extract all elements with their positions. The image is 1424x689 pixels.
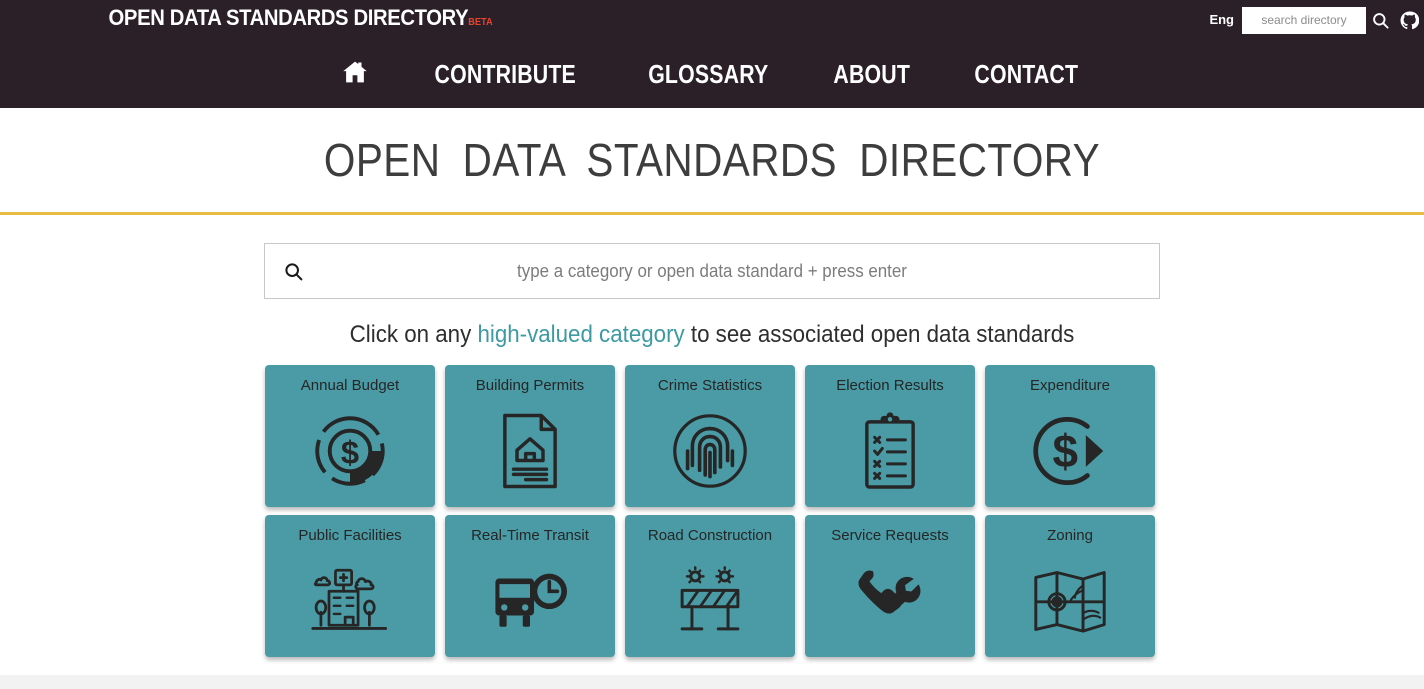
top-bar: OPEN DATA STANDARDS DIRECTORYBETA Eng — [0, 0, 1424, 40]
category-tile-zoning[interactable]: Zoning — [985, 515, 1155, 657]
category-label: Crime Statistics — [657, 377, 763, 394]
category-tile-service-requests[interactable]: Service Requests — [805, 515, 975, 657]
nav-item-glossary[interactable]: GLOSSARY — [630, 61, 786, 87]
category-label: Service Requests — [831, 527, 949, 544]
language-selector[interactable]: Eng — [1209, 0, 1242, 40]
category-tile-real-time-transit[interactable]: Real-Time Transit — [445, 515, 615, 657]
clipboard-checklist-icon — [805, 395, 975, 508]
footer-band — [0, 675, 1424, 689]
hero-section: OPEN DATA STANDARDS DIRECTORY — [0, 108, 1424, 212]
main-content: Click on any high-valued category to see… — [0, 215, 1424, 657]
nav-item-contribute[interactable]: CONTRIBUTE — [416, 61, 593, 87]
category-grid: Annual Budget $ Building Permits Crime S… — [265, 365, 1159, 657]
svg-text:$: $ — [341, 433, 359, 470]
document-house-icon — [445, 395, 615, 508]
instruction-text-before: Click on any — [349, 321, 478, 348]
category-tile-annual-budget[interactable]: Annual Budget $ — [265, 365, 435, 507]
instruction-text-after: to see associated open data standards — [684, 321, 1075, 348]
road-barricade-icon — [625, 545, 795, 658]
category-label: Road Construction — [647, 527, 773, 544]
hospital-building-icon — [265, 545, 435, 658]
page-title: OPEN DATA STANDARDS DIRECTORY — [323, 134, 1101, 186]
category-label: Real-Time Transit — [471, 527, 589, 544]
nav-item-home[interactable] — [313, 59, 397, 89]
category-tile-crime-statistics[interactable]: Crime Statistics — [625, 365, 795, 507]
search-icon[interactable] — [1366, 0, 1395, 40]
instruction-text: Click on any high-valued category to see… — [50, 321, 1374, 349]
beta-badge: BETA — [468, 16, 493, 28]
github-icon[interactable] — [1395, 0, 1424, 40]
directory-search-input[interactable] — [1242, 6, 1366, 34]
category-search-box[interactable] — [264, 243, 1160, 299]
main-navigation: CONTRIBUTE GLOSSARY ABOUT CONTACT — [0, 40, 1424, 108]
svg-text:$: $ — [1052, 425, 1078, 477]
dollar-circle-arrow-icon: $ — [985, 395, 1155, 508]
category-search-input[interactable] — [291, 244, 1133, 298]
category-label: Election Results — [836, 377, 944, 394]
nav-item-contact[interactable]: CONTACT — [956, 61, 1096, 87]
phone-wrench-icon — [805, 545, 975, 658]
bus-clock-icon — [445, 545, 615, 658]
instruction-highlight: high-valued category — [477, 321, 685, 348]
category-tile-public-facilities[interactable]: Public Facilities — [265, 515, 435, 657]
category-label: Building Permits — [475, 377, 585, 394]
site-brand-text: OPEN DATA STANDARDS DIRECTORY — [108, 4, 469, 30]
top-bar-right: Eng — [1209, 0, 1424, 40]
home-icon — [341, 59, 369, 89]
category-label: Annual Budget — [300, 377, 400, 394]
category-label: Expenditure — [1029, 377, 1111, 394]
category-tile-building-permits[interactable]: Building Permits — [445, 365, 615, 507]
fingerprint-icon — [625, 395, 795, 508]
category-tile-election-results[interactable]: Election Results — [805, 365, 975, 507]
nav-item-about[interactable]: ABOUT — [816, 61, 929, 87]
category-tile-road-construction[interactable]: Road Construction — [625, 515, 795, 657]
site-brand[interactable]: OPEN DATA STANDARDS DIRECTORYBETA — [0, 0, 1310, 43]
category-tile-expenditure[interactable]: Expenditure $ — [985, 365, 1155, 507]
category-label: Public Facilities — [298, 527, 402, 544]
map-pin-icon — [985, 545, 1155, 658]
category-label: Zoning — [1047, 527, 1093, 544]
pie-chart-dollar-icon: $ — [265, 395, 435, 508]
